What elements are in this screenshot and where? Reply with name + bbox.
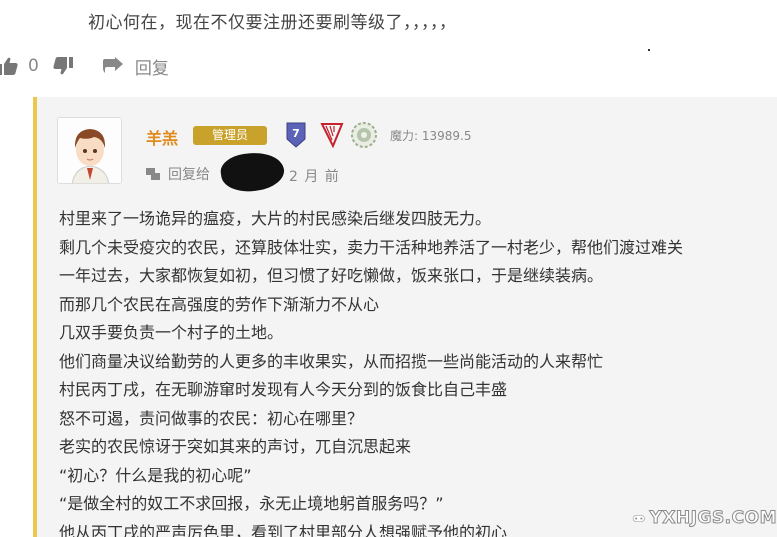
level-number: 7 [292, 127, 300, 140]
body-line: “是做全村的奴工不求回报，永无止境地躬首服务吗？” [59, 494, 444, 513]
body-line: 几双手要负责一个村子的土地。 [59, 323, 284, 342]
reply-body: 村里来了一场诡异的瘟疫，大片的村民感染后继发四肢无力。 剩几个未受疫灾的农民，还… [59, 205, 683, 537]
body-line: 村民丙丁戌，在无聊游窜时发现有人今天分到的饭食比自己丰盛 [59, 380, 508, 399]
harp-icon [320, 122, 344, 149]
site-watermark: YXHJGS.COM [632, 499, 777, 537]
body-line: 剩几个未受疫灾的农民，还算肢体壮实，卖力干活种地养活了一村老少，帮他们渡过难关 [59, 237, 684, 257]
body-line: 他们商量决议给勤劳的人更多的丰收果实，从而招揽一些尚能活动的人来帮忙 [59, 351, 604, 371]
stray-dot [648, 49, 650, 51]
username[interactable]: 羊羔 [146, 125, 178, 149]
reply-arrow-icon[interactable] [102, 57, 125, 75]
body-line: 怒不可遏，责问做事的农民：初心在哪里？ [59, 408, 364, 428]
body-line: 而那几个农民在高强度的劳作下渐渐力不从心 [59, 294, 380, 314]
timestamp: 2 月 前 [289, 169, 340, 185]
parent-comment-text: 初心何在，现在不仅要注册还要刷等级了，，，，， [88, 13, 457, 33]
speech-bubble-icon [146, 167, 160, 181]
thumbs-up-icon[interactable] [0, 57, 18, 75]
medal-icon [350, 121, 378, 149]
watermark-text: YXHJGS.COM [649, 508, 777, 529]
body-line: 一年过去，大家都恢复如初，但习惯了好吃懒做，饭来张口，于是继续装病。 [59, 266, 604, 285]
body-line: “初心？什么是我的初心呢” [59, 465, 252, 485]
body-line: 老实的农民惊讶于突如其来的声讨，兀自沉思起来 [59, 437, 412, 456]
reply-button[interactable]: 回复 [135, 54, 169, 79]
reply-to-label[interactable]: 回复给 [168, 164, 210, 184]
reply-to: 回复给 [146, 164, 210, 184]
admin-badge: 管理员 [193, 126, 267, 145]
body-line: 村里来了一场诡异的瘟疫，大片的村民感染后继发四肢无力。 [59, 209, 492, 228]
like-count: 0 [28, 56, 39, 76]
body-line: 他从丙丁戌的严声厉色里，看到了村里部分人想强赋予他的初心 [59, 522, 508, 537]
gamepad-logo-icon [632, 515, 645, 522]
level-badge: 7 [286, 122, 306, 148]
avatar[interactable] [57, 117, 122, 184]
comment-actions: 0 回复 [0, 54, 169, 79]
thumbs-down-icon[interactable] [53, 57, 73, 75]
power-score: 魔力: 13989.5 [390, 129, 472, 143]
